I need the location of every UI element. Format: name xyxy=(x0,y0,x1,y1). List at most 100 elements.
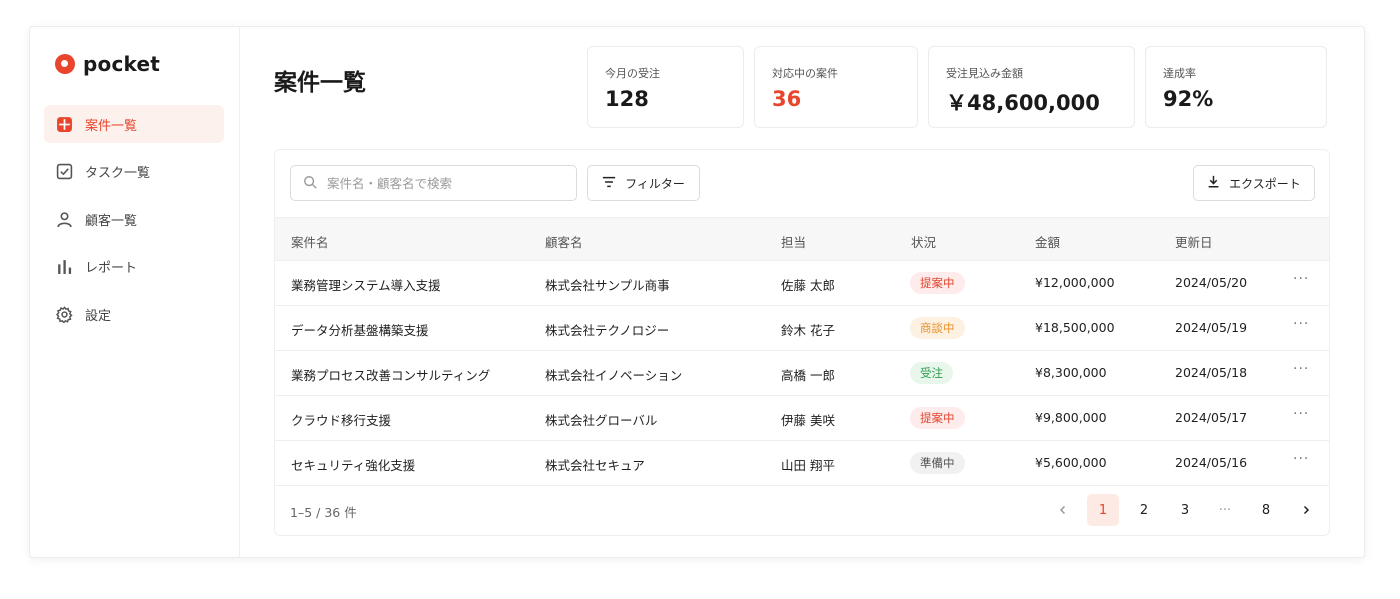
case-list-icon xyxy=(56,116,73,133)
brand-logo[interactable]: pocket xyxy=(55,52,160,76)
table-row[interactable]: 業務管理システム導入支援 株式会社サンプル商事 佐藤 太郎 提案中 ¥12,00… xyxy=(275,261,1329,306)
stat-card-achievement-rate: 達成率 92% xyxy=(1145,46,1327,128)
sidebar-item-label: 設定 xyxy=(85,308,112,324)
stat-card-monthly-orders: 今月の受注 128 xyxy=(587,46,744,128)
stat-value: 36 xyxy=(772,87,802,111)
column-header[interactable]: 更新日 xyxy=(1175,232,1213,251)
client-name: 株式会社セキュア xyxy=(545,458,645,473)
next-page-button[interactable] xyxy=(1290,494,1322,526)
column-header[interactable]: 顧客名 xyxy=(545,232,583,251)
amount: ¥9,800,000 xyxy=(1035,410,1107,425)
stat-value: 92% xyxy=(1163,87,1214,111)
stat-label: 達成率 xyxy=(1163,67,1196,80)
amount: ¥5,600,000 xyxy=(1035,455,1107,470)
more-actions-icon[interactable]: ··· xyxy=(1293,361,1309,377)
client-name: 株式会社サンプル商事 xyxy=(545,278,670,293)
table-row[interactable]: データ分析基盤構築支援 株式会社テクノロジー 鈴木 花子 商談中 ¥18,500… xyxy=(275,306,1329,351)
chevron-right-icon xyxy=(1303,505,1310,515)
client-name: 株式会社イノベーション xyxy=(545,368,683,383)
gear-icon xyxy=(56,305,73,323)
table-row[interactable]: クラウド移行支援 株式会社グローバル 伊藤 美咲 提案中 ¥9,800,000 … xyxy=(275,396,1329,441)
column-header[interactable]: 案件名 xyxy=(291,232,329,251)
sidebar-item-settings[interactable]: 設定 xyxy=(44,295,224,333)
sidebar-item-label: タスク一覧 xyxy=(85,166,151,181)
more-actions-icon[interactable]: ··· xyxy=(1293,406,1309,422)
export-button-label: エクスポート xyxy=(1229,176,1301,191)
table-row[interactable]: セキュリティ強化支援 株式会社セキュア 山田 翔平 準備中 ¥5,600,000… xyxy=(275,441,1329,486)
status-badge: 準備中 xyxy=(910,452,965,474)
stat-label: 対応中の案件 xyxy=(772,67,838,80)
search-icon xyxy=(303,174,317,193)
column-header[interactable]: 担当 xyxy=(781,232,806,251)
page-button-3[interactable]: 3 xyxy=(1169,494,1201,526)
case-name[interactable]: 業務プロセス改善コンサルティング xyxy=(291,365,490,384)
export-button[interactable]: エクスポート xyxy=(1193,165,1315,201)
stat-label: 受注見込み金額 xyxy=(946,67,1023,80)
app-window: pocket 案件一覧 タスク一覧 顧客一覧 レポート 設定 案件一覧 今月の受… xyxy=(29,26,1365,558)
page-button-2[interactable]: 2 xyxy=(1128,494,1160,526)
sidebar-item-cases[interactable]: 案件一覧 xyxy=(44,105,224,143)
chevron-left-icon xyxy=(1059,505,1066,515)
cases-table-panel: フィルター エクスポート 案件名 顧客名 担当 状況 金額 更新日 業務管理シス… xyxy=(274,149,1330,536)
case-name[interactable]: データ分析基盤構築支援 xyxy=(291,320,429,339)
more-actions-icon[interactable]: ··· xyxy=(1293,271,1309,287)
updated-date: 2024/05/17 xyxy=(1175,410,1248,425)
page-button-1[interactable]: 1 xyxy=(1087,494,1119,526)
column-header[interactable]: 金額 xyxy=(1035,232,1060,251)
updated-date: 2024/05/18 xyxy=(1175,365,1248,380)
person-icon xyxy=(56,211,73,228)
sidebar-item-label: 顧客一覧 xyxy=(85,213,138,229)
case-name[interactable]: クラウド移行支援 xyxy=(291,410,391,429)
stat-card-active-cases: 対応中の案件 36 xyxy=(754,46,918,128)
stat-label: 今月の受注 xyxy=(605,67,660,80)
status-badge: 受注 xyxy=(910,362,953,384)
filter-button[interactable]: フィルター xyxy=(587,165,700,201)
search-box[interactable] xyxy=(290,165,577,201)
owner-name: 山田 翔平 xyxy=(781,458,835,473)
page-ellipsis: ··· xyxy=(1218,502,1232,518)
owner-name: 伊藤 美咲 xyxy=(781,413,835,428)
sidebar-item-reports[interactable]: レポート xyxy=(44,248,224,286)
more-actions-icon[interactable]: ··· xyxy=(1293,316,1309,332)
download-icon xyxy=(1207,175,1220,191)
stat-value: 128 xyxy=(605,87,649,111)
brand-name: pocket xyxy=(83,52,161,76)
prev-page-button[interactable] xyxy=(1047,494,1079,526)
filter-button-label: フィルター xyxy=(625,176,685,191)
search-input[interactable] xyxy=(327,175,547,191)
pocket-logo-icon xyxy=(55,54,75,74)
owner-name: 鈴木 花子 xyxy=(781,323,835,338)
bar-chart-icon xyxy=(56,258,73,275)
updated-date: 2024/05/19 xyxy=(1175,320,1248,335)
filter-icon xyxy=(602,175,616,192)
column-header[interactable]: 状況 xyxy=(911,232,936,251)
table-header: 案件名 顧客名 担当 状況 金額 更新日 xyxy=(275,217,1329,261)
stat-value: ￥48,600,000 xyxy=(946,91,1100,115)
owner-name: 佐藤 太郎 xyxy=(781,278,835,293)
sidebar-item-label: 案件一覧 xyxy=(85,118,138,134)
sidebar-item-label: レポート xyxy=(85,261,138,276)
client-name: 株式会社テクノロジー xyxy=(545,323,670,338)
page-button-8[interactable]: 8 xyxy=(1250,494,1282,526)
task-check-icon xyxy=(56,163,73,180)
status-badge: 商談中 xyxy=(910,317,965,339)
sidebar-item-customers[interactable]: 顧客一覧 xyxy=(44,200,224,238)
sidebar-nav: 案件一覧 タスク一覧 顧客一覧 レポート 設定 xyxy=(44,105,224,343)
updated-date: 2024/05/20 xyxy=(1175,275,1248,290)
page-title: 案件一覧 xyxy=(274,70,366,96)
amount: ¥18,500,000 xyxy=(1035,320,1115,335)
table-row[interactable]: 業務プロセス改善コンサルティング 株式会社イノベーション 高橋 一郎 受注 ¥8… xyxy=(275,351,1329,396)
updated-date: 2024/05/16 xyxy=(1175,455,1248,470)
status-badge: 提案中 xyxy=(910,272,965,294)
status-badge: 提案中 xyxy=(910,407,965,429)
case-name[interactable]: 業務管理システム導入支援 xyxy=(291,275,441,294)
amount: ¥12,000,000 xyxy=(1035,275,1115,290)
case-name[interactable]: セキュリティ強化支援 xyxy=(291,455,415,474)
more-actions-icon[interactable]: ··· xyxy=(1293,451,1309,467)
stat-card-expected-amount: 受注見込み金額 ￥48,600,000 xyxy=(928,46,1135,128)
owner-name: 高橋 一郎 xyxy=(781,368,835,383)
client-name: 株式会社グローバル xyxy=(545,413,658,428)
sidebar: pocket 案件一覧 タスク一覧 顧客一覧 レポート 設定 xyxy=(30,27,240,557)
amount: ¥8,300,000 xyxy=(1035,365,1107,380)
sidebar-item-tasks[interactable]: タスク一覧 xyxy=(44,153,224,191)
